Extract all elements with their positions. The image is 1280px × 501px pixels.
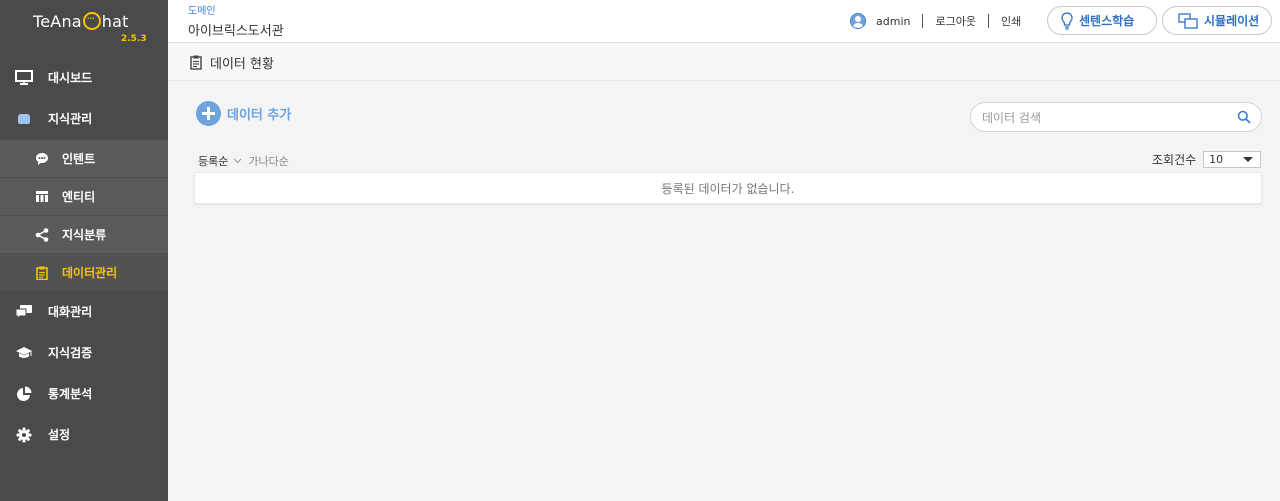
knowledge-submenu: 인텐트 엔티티 지식분류 데이터관리 bbox=[0, 139, 168, 291]
logo-suffix: hat bbox=[101, 12, 129, 31]
sentence-learning-label: 센텐스학습 bbox=[1079, 14, 1135, 28]
sidebar-item-label: 지식관리 bbox=[48, 112, 93, 126]
sidebar-subitem-label: 지식분류 bbox=[62, 228, 107, 242]
divider bbox=[922, 14, 924, 28]
add-data-label: 데이터 추가 bbox=[227, 108, 292, 123]
monitor-icon bbox=[13, 70, 35, 86]
sidebar-subitem-label: 엔티티 bbox=[62, 190, 96, 204]
sidebar-subitem-entity[interactable]: 엔티티 bbox=[0, 177, 168, 215]
sidebar-item-label: 지식검증 bbox=[48, 346, 93, 360]
windows-icon bbox=[1178, 12, 1198, 29]
chevron-down-icon[interactable] bbox=[233, 158, 242, 164]
cloud-icon bbox=[13, 111, 35, 127]
graduation-cap-icon bbox=[13, 345, 35, 361]
print-link[interactable]: 인쇄 bbox=[1001, 13, 1021, 29]
sidebar-item-label: 대시보드 bbox=[48, 71, 93, 85]
empty-message: 등록된 데이터가 없습니다. bbox=[661, 181, 795, 196]
page-size-select[interactable]: 10 bbox=[1203, 151, 1262, 168]
clipboard-icon bbox=[34, 265, 50, 281]
pie-chart-icon bbox=[13, 386, 35, 402]
sort-options: 등록순 가나다순 bbox=[198, 153, 289, 169]
logo-prefix: TeAna bbox=[33, 12, 82, 31]
page-title: 데이터 현황 bbox=[210, 56, 274, 72]
domain-label: 도메인 bbox=[188, 6, 216, 17]
chat-icon bbox=[13, 304, 35, 320]
sidebar-subitem-label: 인텐트 bbox=[62, 152, 96, 166]
divider bbox=[987, 14, 989, 28]
gear-icon bbox=[13, 427, 35, 443]
app-version: 2.5.3 bbox=[121, 34, 147, 44]
sidebar: TeAna hat 2.5.3 대시보드 지식관리 인텐트 엔티티 bbox=[0, 0, 168, 501]
sidebar-subitem-data-management[interactable]: 데이터관리 bbox=[0, 253, 168, 291]
page-size-label: 조회건수 bbox=[1152, 153, 1197, 167]
lightbulb-icon bbox=[1061, 11, 1073, 30]
sidebar-item-dashboard[interactable]: 대시보드 bbox=[0, 57, 168, 98]
plus-circle-icon bbox=[196, 101, 221, 126]
sidebar-item-settings[interactable]: 설정 bbox=[0, 414, 168, 455]
data-table: 등록된 데이터가 없습니다. bbox=[194, 172, 1262, 204]
simulation-label: 시뮬레이션 bbox=[1204, 14, 1260, 28]
sidebar-item-label: 대화관리 bbox=[48, 305, 93, 319]
sentence-learning-button[interactable]: 센텐스학습 bbox=[1047, 6, 1157, 35]
domain-name[interactable]: 아이브릭스도서관 bbox=[188, 20, 284, 39]
add-data-button[interactable]: 데이터 추가 bbox=[196, 101, 291, 126]
clipboard-icon bbox=[190, 55, 202, 70]
logout-link[interactable]: 로그아웃 bbox=[935, 13, 975, 29]
sidebar-item-verification[interactable]: 지식검증 bbox=[0, 332, 168, 373]
page-size-control: 조회건수 10 bbox=[1152, 151, 1262, 168]
page-title-bar: 데이터 현황 bbox=[168, 44, 1280, 81]
simulation-button[interactable]: 시뮬레이션 bbox=[1162, 6, 1272, 35]
user-avatar-icon bbox=[850, 13, 866, 29]
sidebar-subitem-intent[interactable]: 인텐트 bbox=[0, 139, 168, 177]
sidebar-item-label: 설정 bbox=[48, 428, 71, 442]
username[interactable]: admin bbox=[876, 15, 910, 28]
sidebar-item-statistics[interactable]: 통계분석 bbox=[0, 373, 168, 414]
search-icon[interactable] bbox=[1237, 110, 1251, 124]
logo[interactable]: TeAna hat 2.5.3 bbox=[0, 0, 168, 57]
sidebar-subitem-classification[interactable]: 지식분류 bbox=[0, 215, 168, 253]
search-box bbox=[970, 102, 1262, 132]
sidebar-item-label: 통계분석 bbox=[48, 387, 93, 401]
sidebar-subitem-label: 데이터관리 bbox=[62, 266, 118, 280]
grid-icon bbox=[34, 189, 50, 205]
search-input[interactable] bbox=[982, 109, 1232, 126]
share-icon bbox=[34, 227, 50, 243]
user-area: admin 로그아웃 인쇄 bbox=[850, 13, 1021, 29]
sidebar-item-knowledge[interactable]: 지식관리 bbox=[0, 98, 168, 139]
chat-bubble-logo-icon bbox=[82, 12, 101, 30]
sort-by-alphabet[interactable]: 가나다순 bbox=[248, 153, 288, 169]
speech-bubble-icon bbox=[34, 151, 50, 167]
sort-by-registration[interactable]: 등록순 bbox=[198, 153, 228, 169]
logo-text: TeAna hat bbox=[33, 12, 129, 31]
dropdown-arrow-icon bbox=[1243, 157, 1254, 162]
top-header: 도메인 아이브릭스도서관 admin 로그아웃 인쇄 센텐스학습 시뮬레이션 bbox=[168, 0, 1280, 43]
sidebar-item-conversation[interactable]: 대화관리 bbox=[0, 291, 168, 332]
page-size-value: 10 bbox=[1209, 153, 1224, 166]
